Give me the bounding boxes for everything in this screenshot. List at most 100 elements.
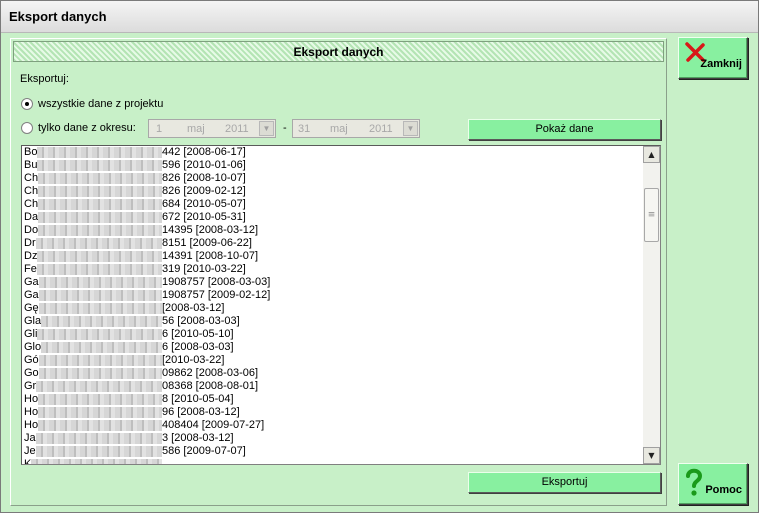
help-button[interactable]: Pomoc: [678, 463, 748, 505]
export-button[interactable]: Eksportuj: [468, 472, 661, 493]
radio-all[interactable]: [21, 98, 33, 110]
list-item[interactable]: Je 586 [2009-07-07]: [24, 445, 642, 458]
redacted-text: [37, 160, 162, 171]
chevron-down-icon[interactable]: ▼: [403, 121, 418, 136]
list-item-detail: 586 [2009-07-07]: [162, 445, 246, 457]
redacted-text: [35, 446, 162, 457]
list-item-name: Dr: [24, 237, 36, 249]
redacted-text: [38, 355, 162, 366]
list-item-name: Ho: [24, 393, 39, 405]
redacted-text: [38, 212, 162, 223]
list-item[interactable]: Gr 08368 [2008-08-01]: [24, 380, 642, 393]
list-item-detail: [2010-03-22]: [162, 354, 225, 366]
list-item-name: Ga: [24, 289, 39, 301]
list-item[interactable]: Glo 6 [2008-03-03]: [24, 341, 642, 354]
list-item-name: Je: [24, 445, 36, 457]
list-item-detail: 319 [2010-03-22]: [162, 263, 246, 275]
list-item[interactable]: Ho 8 [2010-05-04]: [24, 393, 642, 406]
redacted-text: [35, 433, 162, 444]
list-item-name: Gli: [24, 328, 38, 340]
panel-header: Eksport danych: [13, 41, 664, 62]
date-to-picker[interactable]: 31 maj 2011 ▼: [292, 119, 420, 138]
list-item-name: Ch: [24, 172, 39, 184]
list-item[interactable]: Ch 826 [2008-10-07]: [24, 172, 642, 185]
list-item-name: Glo: [24, 341, 42, 353]
redacted-text: [37, 147, 162, 158]
list-item[interactable]: Bo 442 [2008-06-17]: [24, 146, 642, 159]
redacted-text: [38, 368, 162, 379]
list-item-detail: 442 [2008-06-17]: [162, 146, 246, 158]
list-item-detail: 408404 [2009-07-27]: [162, 419, 265, 431]
redacted-text: [38, 186, 162, 197]
list-item-name: Bo: [24, 146, 38, 158]
panel-header-title: Eksport danych: [293, 45, 384, 59]
list-item[interactable]: Ga 1908757 [2008-03-03]: [24, 276, 642, 289]
list-item-detail: 56 [2008-03-03]: [162, 315, 240, 327]
scroll-down-icon[interactable]: ▼: [643, 447, 660, 464]
help-button-label: Pomoc: [705, 484, 742, 496]
list-item[interactable]: Fe 319 [2010-03-22]: [24, 263, 642, 276]
list-item[interactable]: Go 09862 [2008-03-06]: [24, 367, 642, 380]
list-item[interactable]: Ga 1908757 [2009-02-12]: [24, 289, 642, 302]
list-item-detail: [2008-03-12]: [162, 302, 225, 314]
list-item-detail: 684 [2010-05-07]: [162, 198, 246, 210]
list-item-name: Da: [24, 211, 39, 223]
list-item[interactable]: Gli 6 [2010-05-10]: [24, 328, 642, 341]
radio-range-label[interactable]: tylko dane z okresu:: [38, 122, 136, 134]
redacted-text: [37, 329, 162, 340]
scroll-thumb[interactable]: ≡: [644, 188, 659, 242]
list-item-name: Gr: [24, 380, 37, 392]
show-data-button[interactable]: Pokaż dane: [468, 119, 661, 140]
list-item-name: Ja: [24, 432, 36, 444]
list-item[interactable]: Ch 826 [2009-02-12]: [24, 185, 642, 198]
vertical-scrollbar[interactable]: ▲ ≡ ▼: [643, 146, 660, 464]
list-item[interactable]: Ja 3 [2008-03-12]: [24, 432, 642, 445]
list-item-name: Dz: [24, 250, 38, 262]
list-item-name: Ch: [24, 198, 39, 210]
help-icon: [686, 468, 703, 496]
list-item-detail: 596 [2010-01-06]: [162, 159, 246, 171]
title-bar[interactable]: Eksport danych: [1, 1, 758, 33]
list-item[interactable]: Ho 96 [2008-03-12]: [24, 406, 642, 419]
date-from-month: maj: [187, 123, 205, 135]
date-from-picker[interactable]: 1 maj 2011 ▼: [148, 119, 276, 138]
list-item[interactable]: Gę [2008-03-12]: [24, 302, 642, 315]
redacted-text: [41, 316, 162, 327]
list-item[interactable]: Da 672 [2010-05-31]: [24, 211, 642, 224]
list-item[interactable]: Ch 684 [2010-05-07]: [24, 198, 642, 211]
list-item[interactable]: Gla 56 [2008-03-03]: [24, 315, 642, 328]
radio-range[interactable]: [21, 122, 33, 134]
redacted-text: [36, 381, 162, 392]
scroll-up-icon[interactable]: ▲: [643, 146, 660, 163]
date-from-day: 1: [156, 123, 163, 135]
list-item-detail: 3 [2008-03-12]: [162, 432, 234, 444]
chevron-down-icon[interactable]: ▼: [259, 121, 274, 136]
list-item[interactable]: Bu 596 [2010-01-06]: [24, 159, 642, 172]
list-item-detail: 8 [2010-05-04]: [162, 393, 234, 405]
list-item[interactable]: Gó [2010-03-22]: [24, 354, 642, 367]
radio-all-label[interactable]: wszystkie dane z projektu: [38, 98, 163, 110]
redacted-text: [38, 407, 162, 418]
close-button[interactable]: Zamknij: [678, 37, 748, 79]
list-item-detail: 09862 [2008-03-06]: [162, 367, 259, 379]
list-item[interactable]: Do 14395 [2008-03-12]: [24, 224, 642, 237]
list-item[interactable]: K: [24, 458, 642, 465]
redacted-text: [31, 459, 162, 464]
list-item-name: Gę: [24, 302, 39, 314]
data-listbox[interactable]: Bo 442 [2008-06-17] Bu 596 [2010-01-06] Ch 82…: [21, 145, 661, 465]
list-item-detail: 14395 [2008-03-12]: [162, 224, 259, 236]
list-item-detail: 08368 [2008-08-01]: [162, 380, 259, 392]
list-item-name: Ga: [24, 276, 39, 288]
date-to-year: 2011: [369, 123, 393, 135]
date-separator: -: [283, 122, 287, 134]
redacted-text: [38, 394, 162, 405]
list-item-name: K: [24, 458, 32, 465]
list-item[interactable]: Dz 14391 [2008-10-07]: [24, 250, 642, 263]
list-item[interactable]: Dr 8151 [2009-06-22]: [24, 237, 642, 250]
list-item[interactable]: Ho 408404 [2009-07-27]: [24, 419, 642, 432]
list-item-detail: 1908757 [2008-03-03]: [162, 276, 271, 288]
window-title: Eksport danych: [9, 9, 107, 24]
list-item-detail: 826 [2008-10-07]: [162, 172, 246, 184]
date-to-month: maj: [330, 123, 348, 135]
redacted-text: [38, 173, 162, 184]
